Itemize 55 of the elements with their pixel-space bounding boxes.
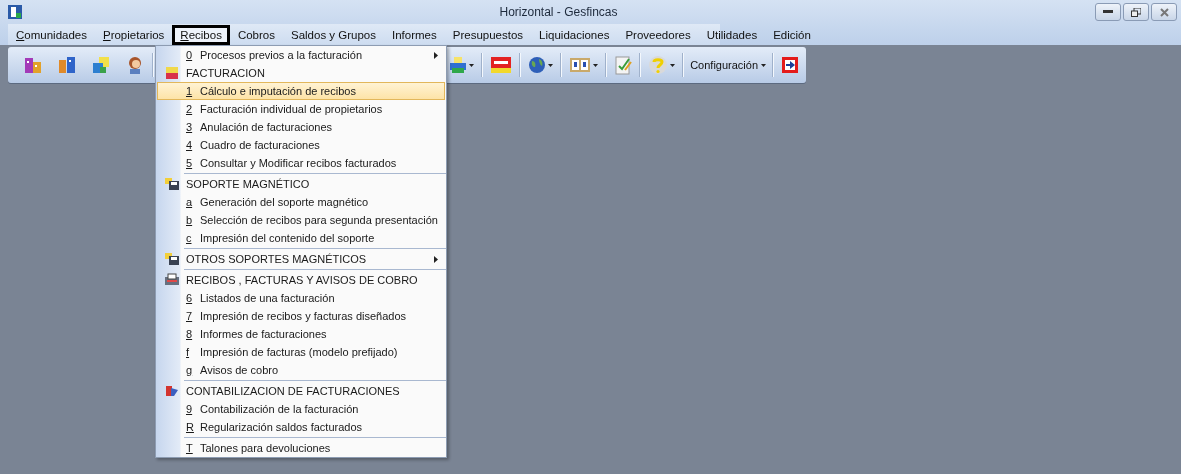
pages-icon[interactable] [569,56,592,74]
menu-item[interactable]: 1 Cálculo e imputación de recibos [157,82,445,100]
menu-item[interactable]: 4 Cuadro de facturaciones [157,136,445,154]
menu-item[interactable]: 5 Consultar y Modificar recibos facturados [157,154,445,172]
menu-item[interactable]: Recibos [172,24,230,45]
menu-item[interactable]: Presupuestos [444,24,532,45]
menu-item[interactable]: T Talones para devoluciones [157,439,445,457]
menu-item[interactable]: 6 Listados de una facturación [157,289,445,307]
menu-item[interactable]: Propietarios [94,24,173,45]
menu-item[interactable]: Edición [765,24,819,45]
menu-section-header: SOPORTE MAGNÉTICO [157,175,445,193]
menu-item[interactable]: f Impresión de facturas (modelo prefijado) [157,343,445,361]
buildings-icon[interactable] [56,55,77,75]
menu-section-header: OTROS SOPORTES MAGNÉTICOS [157,250,445,268]
menu-item[interactable]: Cobros [229,24,283,45]
exit-icon[interactable] [781,56,800,74]
book-icon [165,385,179,397]
menu-item[interactable]: b Selección de recibos para segunda presentación [157,211,445,229]
restore-button[interactable] [1123,3,1149,21]
printer-icon[interactable] [449,56,468,74]
menu-section-header: FACTURACION [157,64,445,82]
menu-item[interactable]: R Regularización saldos facturados [157,418,445,436]
floppy-icon [164,252,180,266]
configuration-button[interactable]: Configuración [684,59,773,71]
printer-icon [164,273,180,287]
menu-item[interactable]: 9 Contabilización de la facturación [157,400,445,418]
ext-icon[interactable] [490,56,513,74]
invoice-icon [164,65,180,81]
minimize-icon [1103,10,1113,14]
notepad-icon[interactable] [614,55,633,75]
menu-item[interactable]: Utilidades [698,24,766,45]
menu-item[interactable]: Saldos y Grupos [283,24,384,45]
window-title: Horizontal - Gesfincas [498,5,619,19]
menu-section-header: CONTABILIZACION DE FACTURACIONES [157,382,445,400]
minimize-button[interactable] [1095,3,1121,21]
menu-item[interactable]: a Generación del soporte magnético [157,193,445,211]
menu-item[interactable]: 8 Informes de facturaciones [157,325,445,343]
app-icon [8,5,22,19]
menu-item[interactable]: 7 Impresión de recibos y facturas diseñados [157,307,445,325]
menu-item[interactable]: 2 Facturación individual de propietarios [157,100,445,118]
close-icon [1159,7,1169,17]
menu-item[interactable]: Informes [384,24,445,45]
menu-item[interactable]: c Impresión del contenido del soporte [157,229,445,247]
close-button[interactable] [1151,3,1177,21]
menu-item[interactable]: Comunidades [8,24,95,45]
menu-section-header: RECIBOS , FACTURAS Y AVISOS DE COBRO [157,271,445,289]
restore-icon [1131,7,1141,17]
menu-item[interactable]: 0 Procesos previos a la facturación [157,46,445,64]
menu-item[interactable]: 3 Anulación de facturaciones [157,118,445,136]
globe-icon[interactable] [528,56,547,74]
menu-item[interactable]: Liquidaciones [531,24,618,45]
floppy-icon [164,177,180,191]
menu-item[interactable]: g Avisos de cobro [157,361,445,379]
menu-item[interactable]: Proveedores [617,24,699,45]
building-icon[interactable] [22,55,43,75]
